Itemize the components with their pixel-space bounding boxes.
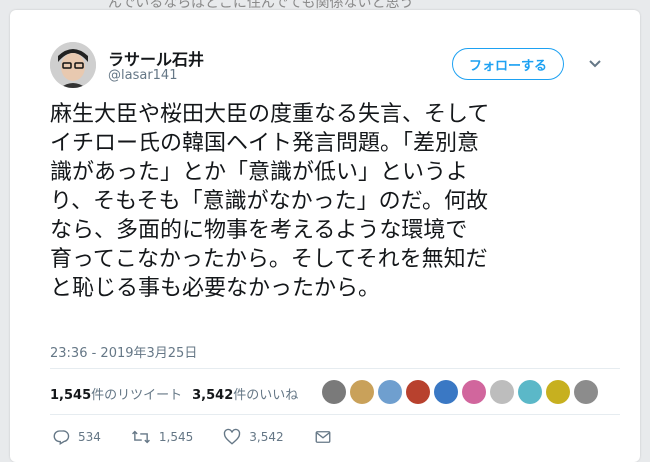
- tweet-line: り、そもそも「意識がなかった」のだ。何故: [50, 189, 489, 214]
- heart-icon: [224, 428, 241, 445]
- tweet-line: と恥じる事も必要なかったから。: [50, 276, 381, 301]
- liker-avatar[interactable]: [490, 380, 514, 404]
- tweet-text: 麻生大臣や桜田大臣の度重なる失言、そして イチロー氏の韓国ヘイト発言問題。「差別…: [50, 100, 610, 303]
- envelope-icon: [315, 431, 331, 443]
- tweet-line: イチロー氏の韓国ヘイト発言問題。「差別意: [50, 131, 480, 156]
- tweet-card: ラサール石井 @lasar141 フォローする 麻生大臣や桜田大臣の度重なる失言…: [10, 10, 640, 462]
- retweet-icon: [131, 430, 150, 444]
- liker-avatar[interactable]: [546, 380, 570, 404]
- liker-avatar[interactable]: [322, 380, 346, 404]
- engagement-stats: 1,545件のリツイート 3,542件のいいね: [50, 384, 298, 403]
- user-handle[interactable]: @lasar141: [108, 68, 177, 83]
- liker-avatar[interactable]: [350, 380, 374, 404]
- divider: [50, 368, 620, 369]
- avatar[interactable]: [50, 42, 96, 88]
- liker-avatar[interactable]: [518, 380, 542, 404]
- divider: [50, 414, 620, 415]
- direct-message-button[interactable]: [314, 428, 340, 446]
- liker-avatar[interactable]: [406, 380, 430, 404]
- like-stat[interactable]: 3,542件のいいね: [192, 384, 298, 403]
- timestamp[interactable]: 23:36 - 2019年3月25日: [50, 342, 197, 361]
- user-name[interactable]: ラサール石井: [108, 46, 204, 70]
- like-count: 3,542: [249, 430, 284, 444]
- liker-avatar[interactable]: [462, 380, 486, 404]
- chevron-down-icon[interactable]: [586, 54, 604, 72]
- reply-button[interactable]: 534: [52, 428, 101, 446]
- reply-icon: [53, 430, 70, 445]
- retweet-count: 1,545: [158, 430, 194, 444]
- liker-avatar[interactable]: [574, 380, 598, 404]
- liker-avatar[interactable]: [434, 380, 458, 404]
- reply-count: 534: [78, 430, 101, 444]
- retweet-button[interactable]: 1,545: [131, 428, 193, 446]
- action-bar: 534 1,545 3,542: [52, 428, 370, 446]
- tweet-line: なら、多面的に物事を考えるような環境で: [50, 218, 468, 243]
- liker-avatars: [322, 380, 598, 404]
- tweet-line: 麻生大臣や桜田大臣の度重なる失言、そして: [50, 102, 490, 127]
- tweet-line: 識があった」とか「意識が低い」というよ: [50, 160, 469, 185]
- tweet-line: 育ってこなかったから。そしてそれを無知だ: [50, 247, 488, 272]
- follow-button[interactable]: フォローする: [452, 48, 564, 80]
- liker-avatar[interactable]: [378, 380, 402, 404]
- retweet-stat[interactable]: 1,545件のリツイート: [50, 384, 182, 403]
- like-button[interactable]: 3,542: [223, 428, 284, 446]
